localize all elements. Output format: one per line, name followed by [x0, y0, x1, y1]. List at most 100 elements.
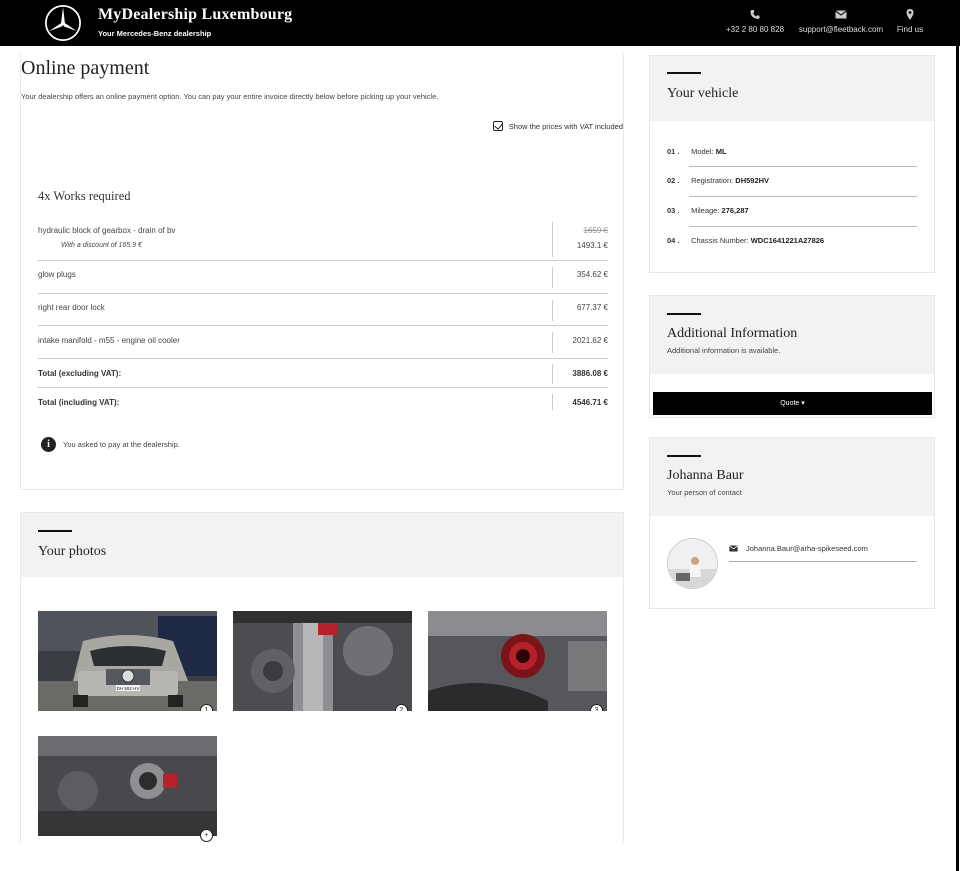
payment-intro-text: Your dealership offers an online payment… — [21, 92, 439, 101]
vat-toggle[interactable]: Show the prices with VAT included — [492, 121, 623, 131]
support-email: support@fleetback.com — [798, 25, 884, 34]
row-label: Chassis Number: — [691, 236, 749, 245]
dealership-tagline: Your Mercedes-Benz dealership — [98, 29, 212, 38]
additional-info-title: Additional Information — [667, 326, 798, 341]
photos-title: Your photos — [38, 544, 107, 559]
mercedes-star-logo[interactable] — [44, 4, 82, 42]
work-item-price: 1493.1 € — [576, 241, 608, 250]
page-title: Online payment — [21, 57, 150, 79]
column-divider — [552, 364, 553, 384]
row-value: WDC1641221A27826 — [750, 236, 825, 245]
work-item-row: intake manifold - m55 - engine oil coole… — [38, 326, 608, 359]
work-item-description: glow plugs — [38, 270, 76, 279]
contact-email-link[interactable]: Johanna.Baur@arha-spikeseed.com — [729, 544, 917, 562]
vehicle-registration-row: 02 . Registration: DH592HV — [667, 176, 917, 185]
photo-number-badge: 2 — [395, 704, 408, 711]
total-incl-vat-row: Total (including VAT): 4546.71 € — [38, 388, 608, 412]
header-find-us-link[interactable]: Find us — [893, 8, 927, 34]
info-icon: i — [41, 437, 56, 452]
photos-panel: Your photos DH 592 HV 1 2 3 + — [20, 512, 624, 842]
contact-name: Johanna Baur — [667, 468, 744, 483]
contact-email: Johanna.Baur@arha-spikeseed.com — [746, 544, 868, 553]
page-edge-rule — [956, 46, 959, 871]
column-divider — [552, 300, 553, 321]
envelope-icon — [835, 10, 847, 19]
divider — [689, 196, 917, 197]
car-front-image: DH 592 HV — [38, 611, 217, 711]
header-phone-link[interactable]: +32 2 80 80 828 — [723, 8, 787, 34]
photos-header: Your photos — [21, 513, 623, 577]
contact-avatar — [667, 538, 718, 589]
row-number: 03 . — [667, 206, 680, 215]
heading-accent-bar — [667, 72, 701, 74]
column-divider — [552, 394, 553, 410]
photo-more-badge[interactable]: + — [200, 829, 213, 842]
total-excl-vat-value: 3886.08 € — [572, 369, 608, 378]
heading-accent-bar — [38, 530, 72, 532]
work-item-row: glow plugs 354.62 € — [38, 261, 608, 294]
row-number: 01 . — [667, 147, 680, 156]
vehicle-title: Your vehicle — [667, 86, 739, 101]
row-number: 04 . — [667, 236, 680, 245]
contact-panel: Johanna Baur Your person of contact Joha… — [649, 437, 935, 609]
envelope-icon — [729, 545, 738, 552]
turbo-image — [38, 736, 217, 836]
phone-number: +32 2 80 80 828 — [725, 25, 785, 34]
vehicle-photo[interactable] — [38, 736, 217, 836]
work-item-row: hydraulic block of gearbox - drain of bv… — [38, 222, 608, 261]
additional-info-subtitle: Additional information is available. — [667, 346, 781, 355]
row-label: Mileage: — [691, 206, 720, 215]
total-excl-vat-row: Total (excluding VAT): 3886.08 € — [38, 359, 608, 388]
column-divider — [552, 332, 553, 353]
vehicle-photo[interactable]: DH 592 HV 1 — [38, 611, 217, 711]
work-item-description: intake manifold - m55 - engine oil coole… — [38, 336, 180, 345]
divider — [689, 226, 917, 227]
row-label: Model: — [691, 147, 714, 156]
dealership-name: MyDealership Luxembourg — [98, 6, 293, 23]
quote-dropdown-button[interactable]: Quote ▾ — [653, 392, 932, 415]
vat-toggle-label: Show the prices with VAT included — [508, 121, 623, 131]
online-payment-panel: Online payment Your dealership offers an… — [20, 54, 624, 490]
vehicle-mileage-row: 03 . Mileage: 276,287 — [667, 206, 917, 215]
work-item-price: 2021.62 € — [572, 336, 608, 345]
vehicle-photo[interactable]: 3 — [428, 611, 607, 711]
row-value: 276,287 — [721, 206, 749, 215]
divider — [689, 166, 917, 167]
engine-bay-image — [233, 611, 412, 711]
work-item-description: right rear door lock — [38, 303, 105, 312]
work-item-price: 354.62 € — [576, 270, 608, 279]
column-divider — [552, 267, 553, 288]
additional-info-panel: Additional Information Additional inform… — [649, 295, 935, 418]
vehicle-chassis-row: 04 . Chassis Number: WDC1641221A27826 — [667, 236, 917, 245]
heading-accent-bar — [667, 455, 701, 457]
works-required-title: 4x Works required — [38, 189, 131, 203]
top-header: MyDealership Luxembourg Your Mercedes-Be… — [0, 0, 960, 46]
pay-at-dealership-text: You asked to pay at the dealership. — [63, 440, 180, 449]
discount-note: With a discount of 165.9 € — [61, 242, 142, 249]
work-item-row: right rear door lock 677.37 € — [38, 294, 608, 326]
find-us-label: Find us — [896, 25, 924, 34]
row-value: ML — [715, 147, 727, 156]
vehicle-header: Your vehicle — [650, 56, 934, 121]
vat-checkbox[interactable] — [492, 121, 503, 131]
total-incl-vat-label: Total (including VAT): — [38, 398, 120, 407]
row-number: 02 . — [667, 176, 680, 185]
map-pin-icon — [906, 9, 914, 20]
total-incl-vat-value: 4546.71 € — [572, 398, 608, 407]
license-plate: DH 592 HV — [117, 686, 140, 691]
contact-subtitle: Your person of contact — [667, 488, 742, 497]
row-value: DH592HV — [735, 176, 770, 185]
photo-number-badge: 3 — [590, 704, 603, 711]
intake-image — [428, 611, 607, 711]
work-item-price: 677.37 € — [576, 303, 608, 312]
old-price: 1659 € — [583, 226, 608, 235]
vehicle-photo[interactable]: 2 — [233, 611, 412, 711]
total-excl-vat-label: Total (excluding VAT): — [38, 369, 122, 378]
vehicle-model-row: 01 . Model: ML — [667, 147, 917, 156]
work-item-description: hydraulic block of gearbox - drain of bv — [38, 226, 176, 235]
header-email-link[interactable]: support@fleetback.com — [797, 8, 885, 34]
pay-at-dealership-notice: i You asked to pay at the dealership. — [41, 437, 180, 452]
heading-accent-bar — [667, 313, 701, 315]
contact-header: Johanna Baur Your person of contact — [650, 438, 934, 516]
photo-number-badge: 1 — [200, 704, 213, 711]
